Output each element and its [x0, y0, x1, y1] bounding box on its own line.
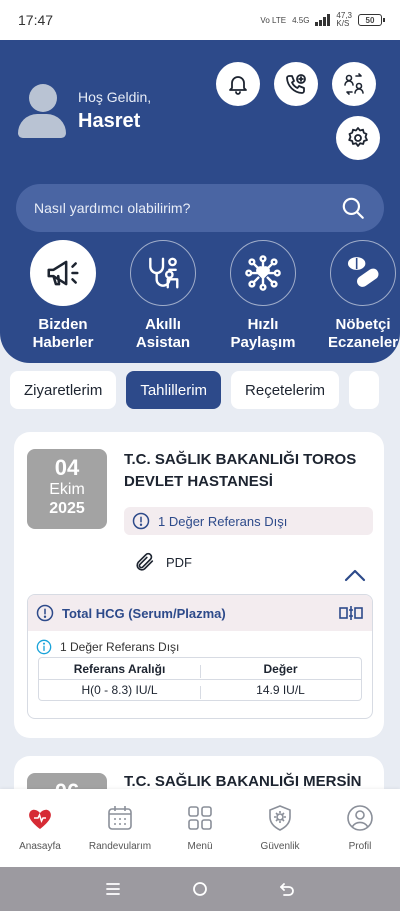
reference-range: H(0 - 8.3) IU/L [81, 683, 158, 697]
tab-lab-results[interactable]: Tahlillerim [126, 371, 222, 409]
user-circle-icon [347, 805, 373, 831]
quick-action-share[interactable]: Hızlı Paylaşım [218, 240, 308, 352]
info-icon [132, 512, 150, 530]
battery-level: 50 [365, 15, 375, 25]
call-button[interactable] [274, 62, 318, 106]
compare-icon[interactable] [338, 603, 364, 623]
hospital-name: T.C. SAĞLIK BAKANLIĞI TOROS DEVLET HASTA… [124, 451, 357, 490]
test-warning: 1 Değer Referans Dışı [28, 631, 372, 655]
date-badge: 04 Ekim 2025 [27, 449, 107, 529]
quick-action-label: Hızlı Paylaşım [230, 316, 296, 351]
network-speed-unit: K/S [336, 19, 350, 28]
column-header: Referans Aralığı [73, 661, 166, 676]
lab-result-card[interactable]: 04 Ekim 2025 T.C. SAĞLIK BAKANLIĞI TOROS… [14, 432, 384, 738]
table-row: H(0 - 8.3) IU/L 14.9 IU/L [39, 679, 361, 700]
test-result: Total HCG (Serum/Plazma) 1 Değer Referan… [27, 594, 373, 719]
phone-plus-icon [286, 74, 306, 94]
bottom-nav: Anasayfa Randevularım Menü Güvenlik Prof… [0, 789, 400, 867]
nav-label: Menü [187, 841, 213, 852]
status-time: 17:47 [18, 12, 54, 28]
bell-icon [229, 76, 247, 95]
notifications-button[interactable] [216, 62, 260, 106]
quick-action-label: Nöbetçi Eczaneler [327, 316, 399, 351]
quick-action-assistant[interactable]: Akıllı Asistan [118, 240, 208, 352]
nav-profile[interactable]: Profil [320, 789, 400, 867]
nav-label: Güvenlik [260, 841, 300, 852]
test-name: Total HCG (Serum/Plazma) [62, 605, 226, 621]
column-header: Değer [200, 662, 361, 678]
gear-icon [348, 127, 368, 147]
info-icon [36, 639, 52, 655]
pills-icon [347, 257, 379, 287]
date-year: 2025 [49, 500, 85, 517]
test-warning-text: 1 Değer Referans Dışı [60, 640, 180, 654]
table-header-row: Referans Aralığı Değer [39, 658, 361, 679]
volte-indicator: Vo LTE [260, 15, 287, 25]
nav-menu[interactable]: Menü [160, 789, 240, 867]
tab-visits[interactable]: Ziyaretlerim [10, 371, 117, 409]
header: Hoş Geldin, Hasret Nasıl yardımcı olabil… [0, 40, 400, 363]
reference-table: Referans Aralığı Değer H(0 - 8.3) IU/L 1… [38, 657, 362, 701]
nav-label: Anasayfa [19, 841, 61, 852]
test-header: Total HCG (Serum/Plazma) [28, 595, 372, 631]
megaphone-icon [47, 260, 79, 286]
back-icon[interactable] [278, 880, 296, 898]
pdf-link[interactable]: PDF [134, 551, 192, 573]
nav-home[interactable]: Anasayfa [0, 789, 80, 867]
date-day: 04 [54, 455, 80, 480]
grid-icon [188, 806, 212, 830]
quick-action-label: Akıllı Asistan [135, 316, 191, 351]
chevron-up-icon[interactable] [344, 568, 366, 582]
switch-user-button[interactable] [332, 62, 376, 106]
recent-apps-icon[interactable] [104, 880, 122, 898]
user-name: Hasret [78, 110, 141, 132]
settings-button[interactable] [336, 116, 380, 160]
pdf-label: PDF [166, 554, 192, 570]
shield-gear-icon [269, 805, 291, 831]
record-tabs: Ziyaretlerim Tahlillerim Reçetelerim [10, 371, 380, 411]
signal-icon [315, 14, 331, 26]
assistant-icon [149, 257, 179, 289]
search-placeholder: Nasıl yardımcı olabilirim? [34, 200, 191, 216]
out-of-range-badge: 1 Değer Referans Dışı [124, 507, 373, 535]
avatar[interactable] [18, 84, 66, 138]
quick-action-label: Bizden Haberler [32, 316, 94, 351]
result-value: 14.9 IU/L [200, 683, 361, 699]
battery-icon: 50 [358, 14, 385, 26]
quick-action-pharmacy[interactable]: Nöbetçi Eczaneler [318, 240, 400, 352]
quick-action-news[interactable]: Bizden Haberler [18, 240, 108, 352]
nav-appointments[interactable]: Randevularım [80, 789, 160, 867]
greeting-text: Hoş Geldin, [78, 89, 152, 105]
search-bar[interactable]: Nasıl yardımcı olabilirim? [16, 184, 384, 232]
status-indicators: Vo LTE 4.5G 47,3 K/S 50 [260, 12, 385, 28]
home-heart-icon [29, 809, 51, 829]
info-icon [36, 604, 54, 622]
network-type: 4.5G [292, 15, 310, 25]
system-nav-bar [0, 867, 400, 911]
home-icon[interactable] [191, 880, 209, 898]
nav-label: Profil [348, 841, 372, 852]
users-swap-icon [344, 73, 364, 95]
tab-more[interactable] [349, 371, 380, 409]
calendar-icon [108, 806, 132, 830]
out-of-range-text: 1 Değer Referans Dışı [158, 513, 288, 529]
nav-label: Randevularım [88, 841, 152, 852]
tab-prescriptions[interactable]: Reçetelerim [231, 371, 340, 409]
status-bar: 17:47 Vo LTE 4.5G 47,3 K/S 50 [0, 0, 400, 40]
search-icon[interactable] [340, 195, 366, 221]
nav-security[interactable]: Güvenlik [240, 789, 320, 867]
share-network-icon [245, 255, 281, 291]
date-month: Ekim [49, 481, 85, 498]
paperclip-icon [136, 552, 154, 571]
